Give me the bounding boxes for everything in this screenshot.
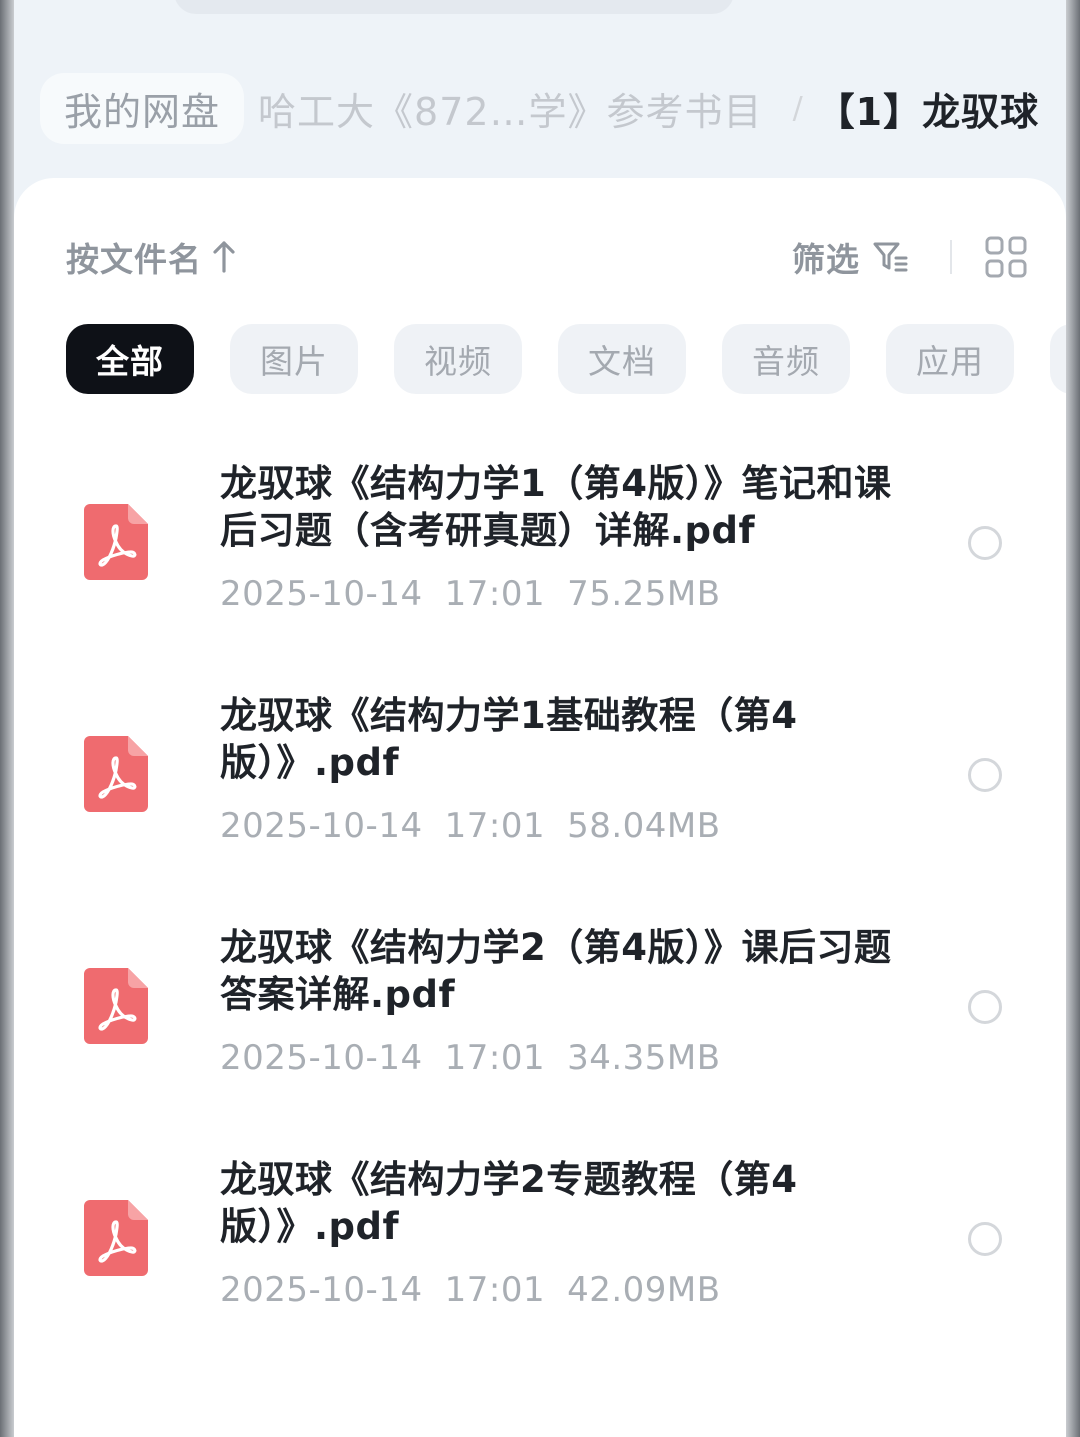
list-item[interactable]: 龙驭球《结构力学2（第4版）》课后习题答案详解.pdf 2025-10-14 17… <box>14 912 1066 1144</box>
tab-apps[interactable]: 应用 <box>886 324 1014 394</box>
file-name: 龙驭球《结构力学1（第4版）》笔记和课后习题（含考研真题）详解.pdf <box>220 462 892 552</box>
filter-button[interactable]: 筛选 <box>792 233 860 281</box>
select-checkbox[interactable] <box>968 758 1002 792</box>
device-frame-left <box>0 0 14 1437</box>
file-size: 42.09MB <box>567 1270 721 1310</box>
list-item[interactable]: 龙驭球《结构力学2专题教程（第4版）》.pdf 2025-10-14 17:01 4… <box>14 1144 1066 1376</box>
file-meta: 2025-10-14 17:01 34.35MB <box>220 1038 743 1078</box>
file-size: 58.04MB <box>567 806 721 846</box>
file-meta: 2025-10-14 17:01 58.04MB <box>220 806 743 846</box>
arrow-up-icon[interactable] <box>212 239 236 275</box>
sort-filter-bar: 按文件名 筛选 <box>66 232 1028 282</box>
file-name: 龙驭球《结构力学2（第4版）》课后习题答案详解.pdf <box>220 926 892 1016</box>
category-tabs: 全部 图片 视频 文档 音频 应用 <box>66 324 1080 394</box>
device-frame-right <box>1066 0 1080 1437</box>
file-meta: 2025-10-14 17:01 75.25MB <box>220 574 743 614</box>
file-time: 17:01 <box>444 806 546 846</box>
file-name: 龙驭球《结构力学2专题教程（第4版）》.pdf <box>220 1158 798 1248</box>
breadcrumb-current-folder: 【1】龙驭球 <box>816 89 1040 134</box>
filter-icon[interactable] <box>872 238 910 276</box>
breadcrumb: 我的网盘 哈工大《872…学》参考书目 / 【1】龙驭球 <box>40 72 1050 144</box>
sort-by-name-button[interactable]: 按文件名 <box>66 233 202 281</box>
file-size: 34.35MB <box>567 1038 721 1078</box>
tab-audio[interactable]: 音频 <box>722 324 850 394</box>
tab-documents[interactable]: 文档 <box>558 324 686 394</box>
search-bar[interactable] <box>174 0 734 14</box>
pdf-file-icon <box>84 968 148 1044</box>
select-checkbox[interactable] <box>968 526 1002 560</box>
file-date: 2025-10-14 <box>220 574 423 614</box>
tab-all[interactable]: 全部 <box>66 324 194 394</box>
list-item[interactable]: 龙驭球《结构力学1基础教程（第4版）》.pdf 2025-10-14 17:01 5… <box>14 680 1066 912</box>
file-date: 2025-10-14 <box>220 806 423 846</box>
file-browser-panel: 按文件名 筛选 全部 图片 视频 文档 音频 应用 龙驭球《结构力学1（第4版）… <box>14 178 1080 1437</box>
list-item[interactable]: 龙驭球《结构力学1（第4版）》笔记和课后习题（含考研真题）详解.pdf 2025… <box>14 448 1066 680</box>
breadcrumb-root[interactable]: 我的网盘 <box>40 72 245 144</box>
select-checkbox[interactable] <box>968 1222 1002 1256</box>
file-time: 17:01 <box>444 574 546 614</box>
pdf-file-icon <box>84 736 148 812</box>
file-time: 17:01 <box>444 1038 546 1078</box>
pdf-file-icon <box>84 504 148 580</box>
tab-images[interactable]: 图片 <box>230 324 358 394</box>
screen: 我的网盘 哈工大《872…学》参考书目 / 【1】龙驭球 按文件名 筛选 全部 … <box>14 0 1080 1437</box>
breadcrumb-parent-folder[interactable]: 哈工大《872…学》参考书目 <box>258 81 763 136</box>
select-checkbox[interactable] <box>968 990 1002 1024</box>
file-size: 75.25MB <box>567 574 721 614</box>
tab-videos[interactable]: 视频 <box>394 324 522 394</box>
toolbar-divider <box>950 240 952 274</box>
file-meta: 2025-10-14 17:01 42.09MB <box>220 1270 743 1310</box>
file-time: 17:01 <box>444 1270 546 1310</box>
breadcrumb-separator: / <box>792 90 803 126</box>
grid-view-icon[interactable] <box>984 235 1028 279</box>
file-list: 龙驭球《结构力学1（第4版）》笔记和课后习题（含考研真题）详解.pdf 2025… <box>14 448 1066 1376</box>
file-date: 2025-10-14 <box>220 1270 423 1310</box>
file-date: 2025-10-14 <box>220 1038 423 1078</box>
file-name: 龙驭球《结构力学1基础教程（第4版）》.pdf <box>220 694 798 784</box>
pdf-file-icon <box>84 1200 148 1276</box>
